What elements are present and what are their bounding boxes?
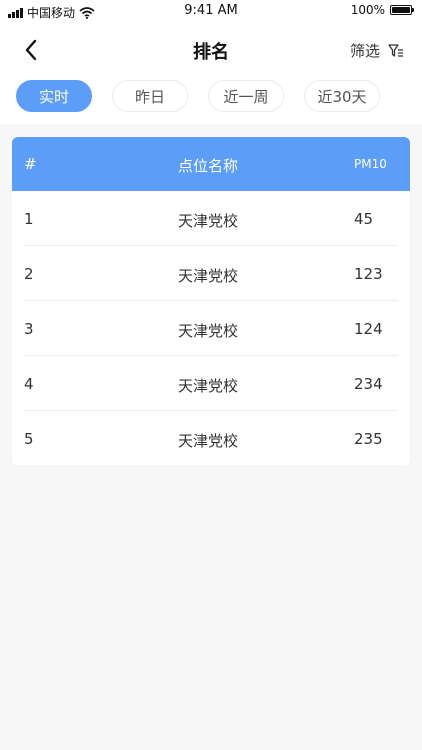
- status-right: 100%: [350, 3, 414, 17]
- tab-last-30-days[interactable]: 近30天: [304, 80, 380, 112]
- filter-button[interactable]: 筛选: [350, 40, 404, 61]
- row-name: 天津党校: [178, 212, 239, 230]
- filter-icon: [388, 43, 403, 57]
- header-rank: #: [24, 155, 37, 173]
- back-button[interactable]: [20, 38, 44, 62]
- row-pm10: 234: [354, 375, 383, 393]
- ranking-table: # 点位名称 PM10 1 天津党校 45 2 天津党校 123 3 天津党校 …: [12, 137, 410, 465]
- table-row[interactable]: 1 天津党校 45: [12, 191, 410, 246]
- row-rank: 2: [24, 265, 34, 283]
- battery-fill: [392, 7, 410, 13]
- row-rank: 5: [24, 430, 34, 448]
- header-area: 中国移动 9:41 AM 100% 排名 筛选 实时 昨日 近一周 近30天: [0, 0, 422, 124]
- tab-last-week[interactable]: 近一周: [208, 80, 284, 112]
- ranking-page: 中国移动 9:41 AM 100% 排名 筛选 实时 昨日 近一周 近30天 #…: [0, 0, 422, 750]
- navigation-bar: 排名 筛选: [0, 28, 422, 72]
- row-name: 天津党校: [178, 377, 239, 395]
- table-row[interactable]: 3 天津党校 124: [12, 301, 410, 356]
- row-name: 天津党校: [178, 322, 239, 340]
- row-name: 天津党校: [178, 267, 239, 285]
- battery-percent: 100%: [350, 3, 385, 17]
- battery-icon: [390, 5, 414, 15]
- header-pm10: PM10: [354, 157, 387, 171]
- row-rank: 1: [24, 210, 34, 228]
- row-pm10: 45: [354, 210, 374, 228]
- filter-label: 筛选: [349, 42, 380, 60]
- tab-realtime[interactable]: 实时: [16, 80, 92, 112]
- table-row[interactable]: 2 天津党校 123: [12, 246, 410, 301]
- row-pm10: 124: [354, 320, 383, 338]
- row-name: 天津党校: [178, 432, 239, 450]
- table-row[interactable]: 5 天津党校 235: [12, 411, 410, 465]
- chevron-left-icon: [25, 39, 37, 61]
- table-header: # 点位名称 PM10: [12, 137, 410, 191]
- row-pm10: 123: [354, 265, 383, 283]
- row-rank: 3: [24, 320, 34, 338]
- status-bar: 中国移动 9:41 AM 100%: [0, 0, 422, 22]
- row-pm10: 235: [354, 430, 383, 448]
- header-name: 点位名称: [178, 157, 239, 175]
- time-range-tabs: 实时 昨日 近一周 近30天: [16, 80, 380, 112]
- tab-yesterday[interactable]: 昨日: [112, 80, 188, 112]
- table-row[interactable]: 4 天津党校 234: [12, 356, 410, 411]
- row-rank: 4: [24, 375, 34, 393]
